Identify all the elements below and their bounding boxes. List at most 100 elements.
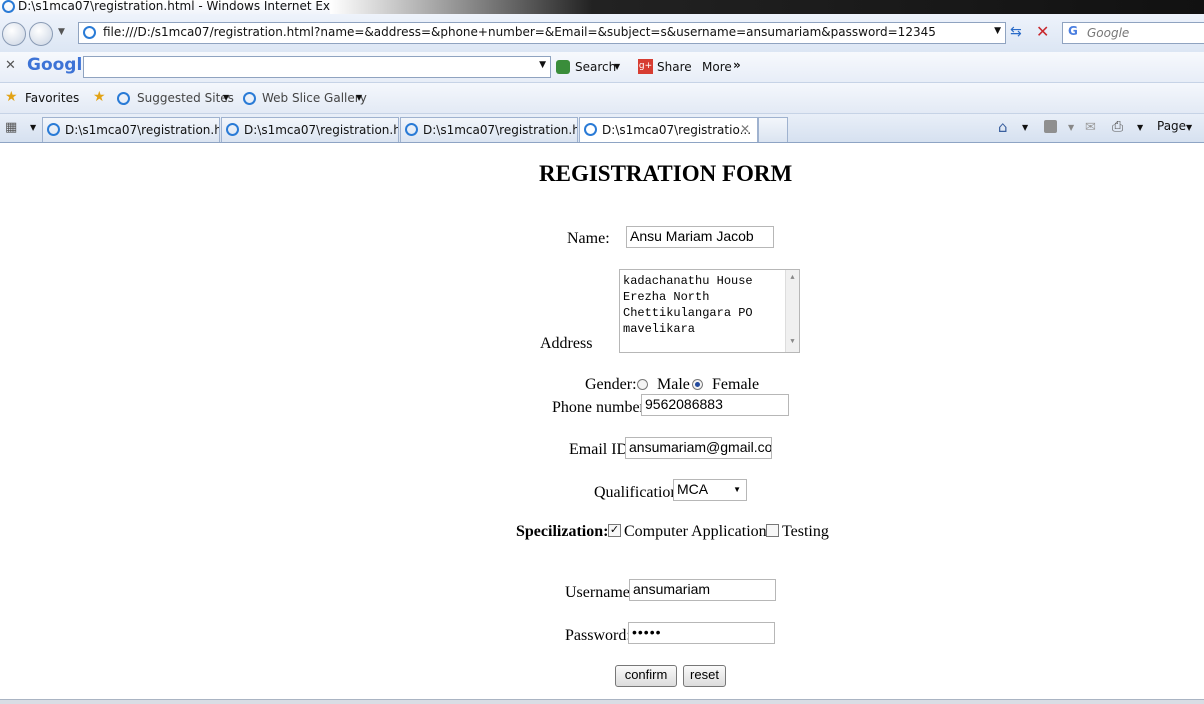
phone-input[interactable]: 9562086883 [641, 394, 789, 416]
suggested-sites-link[interactable]: Suggested Sites [137, 91, 234, 105]
google-plus-icon: g+ [638, 59, 653, 74]
navigation-bar: ▼ file:///D:/s1mca07/registration.html?n… [0, 14, 1204, 53]
scroll-up-icon[interactable]: ▲ [786, 270, 799, 286]
favorites-button[interactable]: Favorites [25, 91, 79, 105]
web-slice-icon [243, 92, 256, 105]
address-line: mavelikara [623, 322, 696, 336]
gender-label: Gender: [585, 376, 637, 393]
print-icon[interactable]: ⎙ [1112, 119, 1123, 135]
new-tab-button[interactable] [758, 117, 788, 142]
window-title: D:\s1mca07\registration.html - Windows I… [18, 0, 366, 13]
male-label: Male [657, 376, 690, 393]
forward-button[interactable] [29, 22, 53, 46]
google-search-input[interactable]: ▼ [83, 56, 551, 78]
web-slice-gallery-link[interactable]: Web Slice Gallery [262, 91, 367, 105]
close-tab-icon[interactable]: ✕ [740, 122, 750, 136]
password-input[interactable]: ••••• [628, 622, 775, 644]
address-textarea[interactable]: kadachanathu House Erezha North Chettiku… [619, 269, 800, 353]
recent-pages-dropdown-icon[interactable]: ▼ [58, 27, 65, 37]
tab-page-icon [226, 123, 239, 136]
address-url[interactable]: file:///D:/s1mca07/registration.html?nam… [103, 25, 936, 39]
more-button[interactable]: More [702, 60, 732, 74]
email-label: Email ID: [569, 441, 633, 458]
tab-label: D:\s1mca07\registration.ht... [65, 123, 220, 137]
feeds-dropdown-icon[interactable]: ▼ [1068, 123, 1074, 132]
search-icon [556, 60, 570, 74]
address-bar[interactable]: file:///D:/s1mca07/registration.html?nam… [78, 22, 1006, 44]
username-label: Username: [565, 584, 635, 601]
title-bar-background [330, 0, 1204, 14]
tab-3[interactable]: D:\s1mca07\registration.ht... [400, 117, 578, 142]
page-icon [83, 26, 96, 39]
tab-label: D:\s1mca07\registratio... [602, 123, 752, 137]
google-toolbar: ✕ Google ▼ Search ▼ g+ Share More » [0, 52, 1204, 83]
page-menu-button[interactable]: Page [1157, 119, 1186, 133]
password-label: Password: [565, 627, 631, 644]
stop-icon[interactable]: ✕ [1036, 22, 1049, 41]
address-line: Chettikulangara PO [623, 306, 753, 320]
computer-application-label: Computer Application [624, 523, 767, 540]
chevron-right-icon: » [733, 58, 741, 72]
search-history-dropdown-icon[interactable]: ▼ [539, 60, 546, 70]
tab-2[interactable]: D:\s1mca07\registration.ht... [221, 117, 399, 142]
phone-label: Phone number: [552, 399, 650, 416]
tab-page-icon [405, 123, 418, 136]
search-dropdown-icon[interactable]: ▼ [614, 62, 620, 71]
tab-1[interactable]: D:\s1mca07\registration.ht... [42, 117, 220, 142]
address-line: Erezha North [623, 290, 710, 304]
home-icon[interactable]: ⌂ [998, 118, 1008, 136]
suggested-sites-dropdown-icon[interactable]: ▼ [223, 93, 229, 102]
scroll-down-icon[interactable]: ▼ [786, 334, 799, 350]
feeds-icon[interactable] [1044, 120, 1057, 133]
page-dropdown-icon[interactable]: ▼ [1186, 123, 1192, 132]
tab-4-active[interactable]: D:\s1mca07\registratio... ✕ [579, 117, 758, 142]
form-title: REGISTRATION FORM [539, 161, 793, 186]
select-arrow-icon: ▼ [733, 485, 741, 494]
ie-logo-icon [2, 0, 15, 13]
mail-icon[interactable]: ✉ [1085, 120, 1096, 135]
tab-page-icon [47, 123, 60, 136]
web-slice-dropdown-icon[interactable]: ▼ [356, 93, 362, 102]
tab-page-icon [584, 123, 597, 136]
search-placeholder: Google [1087, 26, 1130, 40]
textarea-scrollbar[interactable]: ▲ ▼ [785, 270, 799, 352]
quick-tabs-icon[interactable]: ▦ [5, 120, 17, 135]
share-button[interactable]: Share [657, 60, 692, 74]
testing-checkbox[interactable] [766, 524, 779, 537]
female-radio[interactable] [692, 379, 703, 390]
back-button[interactable] [2, 22, 26, 46]
ie-page-icon [117, 92, 130, 105]
tab-label: D:\s1mca07\registration.ht... [423, 123, 578, 137]
qualification-select[interactable]: MCA ▼ [673, 479, 747, 501]
email-input[interactable]: ansumariam@gmail.cor [625, 437, 772, 459]
add-favorite-icon[interactable]: ★ [93, 89, 106, 105]
username-input[interactable]: ansumariam [629, 579, 776, 601]
computer-application-checkbox[interactable]: ✓ [608, 524, 621, 537]
qualification-label: Qualification: [594, 484, 683, 501]
refresh-icon[interactable]: ⇆ [1010, 24, 1022, 40]
search-box[interactable]: G Google [1062, 22, 1204, 44]
tab-label: D:\s1mca07\registration.ht... [244, 123, 399, 137]
specialization-label: Specilization: [516, 523, 609, 540]
favorites-bar: ★ Favorites ★ Suggested Sites ▼ Web Slic… [0, 83, 1204, 114]
name-label: Name: [567, 230, 610, 247]
page-content: REGISTRATION FORM Name: Ansu Mariam Jaco… [0, 143, 1204, 699]
tab-bar: ▦ ▼ D:\s1mca07\registration.ht... D:\s1m… [0, 114, 1204, 143]
reset-button[interactable]: reset [683, 665, 726, 687]
testing-label: Testing [782, 523, 829, 540]
address-dropdown-icon[interactable]: ▼ [994, 26, 1001, 36]
name-input[interactable]: Ansu Mariam Jacob [626, 226, 774, 248]
close-toolbar-icon[interactable]: ✕ [5, 58, 16, 73]
male-radio[interactable] [637, 379, 648, 390]
status-bar [0, 699, 1204, 704]
qualification-selected: MCA [677, 481, 709, 497]
confirm-button[interactable]: confirm [615, 665, 677, 687]
star-icon: ★ [5, 89, 18, 105]
google-g-icon: G [1068, 24, 1078, 38]
home-dropdown-icon[interactable]: ▼ [1022, 123, 1028, 132]
print-dropdown-icon[interactable]: ▼ [1137, 123, 1143, 132]
google-search-button[interactable]: Search [575, 60, 616, 74]
tab-list-dropdown-icon[interactable]: ▼ [30, 123, 36, 132]
address-label: Address [540, 335, 593, 352]
female-label: Female [712, 376, 760, 393]
